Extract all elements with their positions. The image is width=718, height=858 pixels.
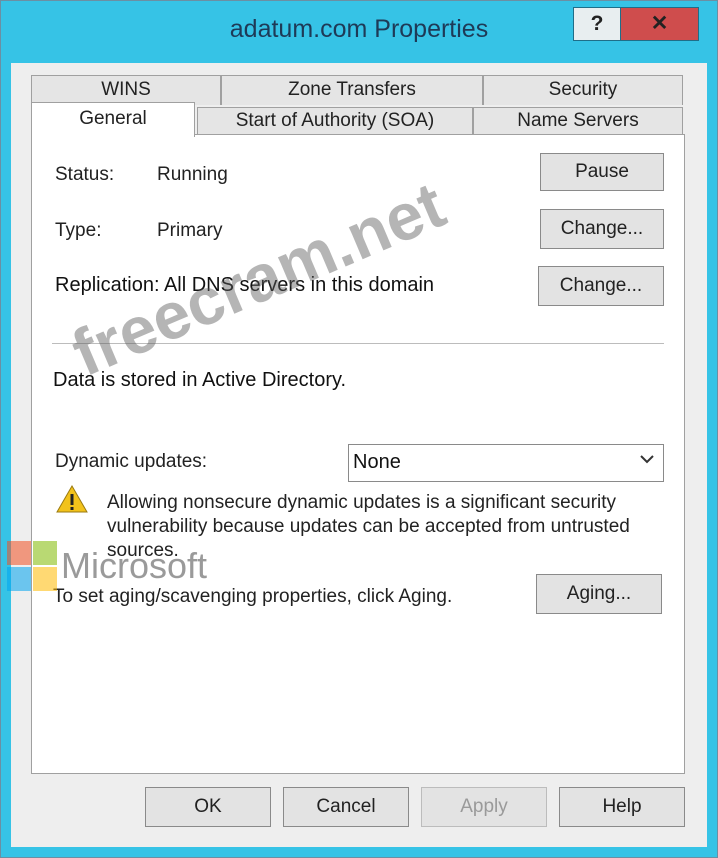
tab-wins[interactable]: WINS [31, 75, 221, 105]
cancel-button[interactable]: Cancel [283, 787, 409, 827]
chevron-down-icon [640, 455, 654, 464]
apply-button[interactable]: Apply [421, 787, 547, 827]
warning-text: Allowing nonsecure dynamic updates is a … [107, 491, 630, 563]
dynamic-updates-label: Dynamic updates: [55, 451, 208, 472]
tab-name-servers[interactable]: Name Servers [473, 107, 683, 135]
title-bar[interactable]: adatum.com Properties ? ✕ [1, 1, 717, 63]
tab-zone-transfers[interactable]: Zone Transfers [221, 75, 483, 105]
replication-change-button[interactable]: Change... [538, 266, 664, 306]
warning-icon [56, 484, 88, 513]
separator [52, 343, 664, 344]
replication-text: Replication: All DNS servers in this dom… [55, 274, 435, 296]
tab-security[interactable]: Security [483, 75, 683, 105]
dynamic-updates-value: None [353, 451, 401, 473]
tab-general[interactable]: General [31, 102, 195, 137]
warning-line-1: Allowing nonsecure dynamic updates is a … [107, 492, 617, 513]
aging-button[interactable]: Aging... [536, 574, 662, 614]
help-button[interactable]: Help [559, 787, 685, 827]
aging-text: To set aging/scavenging properties, clic… [53, 586, 453, 607]
pause-button[interactable]: Pause [540, 153, 664, 191]
type-label: Type: [55, 220, 102, 241]
general-tab-panel: Status: Running Pause Type: Primary Chan… [31, 134, 685, 774]
dialog-client-area: WINS Zone Transfers Security General Sta… [11, 63, 707, 847]
type-change-button[interactable]: Change... [540, 209, 664, 249]
status-label: Status: [55, 164, 115, 185]
status-value: Running [157, 164, 228, 185]
warning-line-2: vulnerability because updates can be acc… [107, 516, 630, 537]
dynamic-updates-dropdown[interactable]: None [348, 444, 664, 482]
ok-button[interactable]: OK [145, 787, 271, 827]
tab-start-of-authority[interactable]: Start of Authority (SOA) [197, 107, 473, 135]
type-value: Primary [157, 220, 223, 241]
help-icon-button[interactable]: ? [573, 7, 621, 41]
storage-text: Data is stored in Active Directory. [53, 369, 347, 391]
close-button[interactable]: ✕ [621, 7, 699, 41]
properties-dialog: adatum.com Properties ? ✕ WINS Zone Tran… [0, 0, 718, 858]
warning-line-3: sources. [107, 540, 179, 561]
